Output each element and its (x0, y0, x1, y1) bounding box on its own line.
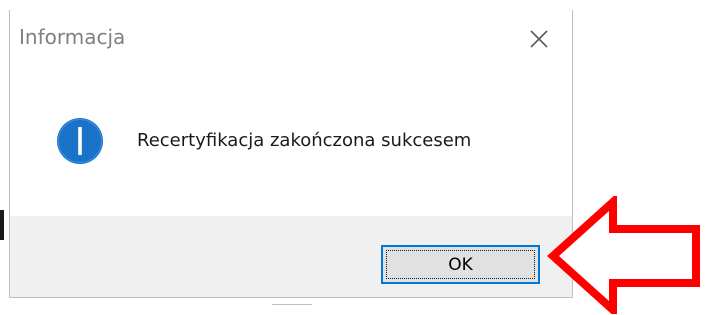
title-bar[interactable]: Informacja (10, 10, 572, 62)
arrow-left-icon (547, 196, 700, 314)
info-icon (57, 118, 103, 164)
dialog-title: Informacja (19, 25, 126, 49)
background-window-edge (0, 210, 4, 240)
background-mark (272, 304, 312, 305)
dialog-button-area: OK (10, 216, 572, 297)
dialog-content: Recertyfikacja zakończona sukcesem (10, 62, 572, 216)
ok-button-label: OK (386, 250, 535, 279)
ok-button[interactable]: OK (381, 245, 540, 284)
close-icon[interactable] (528, 28, 550, 50)
message-dialog: Informacja Recertyfikacja zakończona suk… (9, 10, 573, 298)
dialog-message: Recertyfikacja zakończona sukcesem (137, 130, 472, 151)
